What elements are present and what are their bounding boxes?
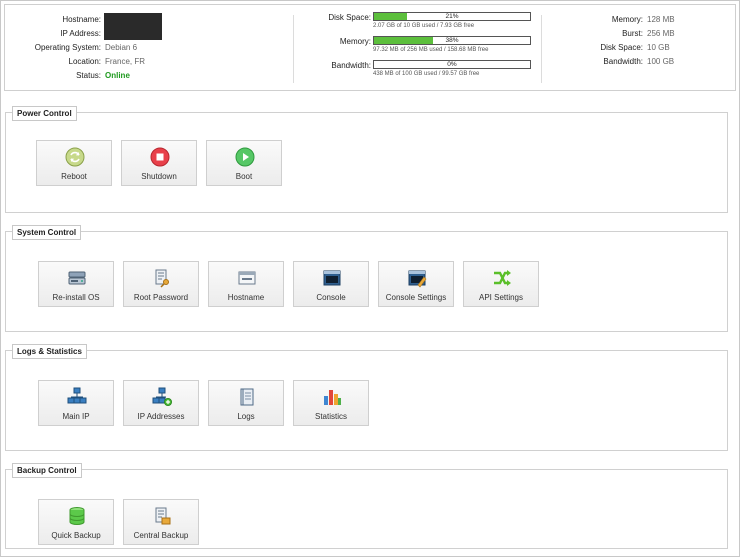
server-icon [68,271,86,285]
shuffle-arrows-icon [494,270,511,286]
boot-label: Boot [235,172,253,181]
burst-limit-value: 256 MB [647,29,675,38]
hostname-redacted [104,13,162,26]
database-icon [69,507,85,525]
root-password-label: Root Password [133,293,189,302]
main-ip-label: Main IP [62,412,90,421]
api-settings-label: API Settings [478,293,524,302]
disk-limit-label: Disk Space: [600,43,643,52]
central-backup-button[interactable]: Central Backup [123,499,199,545]
section-title: Power Control [12,106,77,121]
boot-button[interactable]: Boot [206,140,282,186]
disk-usage-label: Disk Space: [328,13,371,22]
statistics-label: Statistics [314,412,347,421]
network-icon [67,387,87,404]
memory-usage-label: Memory: [339,37,371,46]
api-settings-button[interactable]: API Settings [463,261,539,307]
divider [541,15,542,83]
hostname-label: Hostname: [62,15,101,24]
statistics-button[interactable]: Statistics [293,380,369,426]
location-label: Location: [68,57,101,66]
bandwidth-limit-label: Bandwidth: [603,57,643,66]
memory-limit-value: 128 MB [647,15,675,24]
bandwidth-limit-value: 100 GB [647,57,675,66]
key-document-icon [155,269,169,288]
ip-address-redacted [104,26,162,40]
backup-control-section: Backup Control Quick Backup Central Back… [5,463,728,549]
location-value: France, FR [105,57,146,66]
disk-usage-bar: 21% [373,12,531,21]
console-label: Console [316,293,346,302]
memory-usage-bar: 38% [373,36,531,45]
disk-usage-detail: 2.07 GB of 10 GB used / 7.93 GB free [373,23,475,29]
notebook-icon [240,388,254,406]
hostname-button-label: Hostname [227,293,265,302]
stop-icon [150,147,170,167]
reinstall-os-label: Re-install OS [52,293,100,302]
terminal-icon [323,270,341,286]
console-settings-button[interactable]: Console Settings [378,261,454,307]
root-password-button[interactable]: Root Password [123,261,199,307]
console-settings-label: Console Settings [385,293,447,302]
section-title: Backup Control [12,463,82,478]
bandwidth-usage-bar: 0% [373,60,531,69]
ip-addresses-button[interactable]: IP Addresses [123,380,199,426]
central-backup-label: Central Backup [133,531,189,540]
terminal-settings-icon [408,270,427,288]
network-add-icon [152,387,172,406]
section-title: System Control [12,225,82,240]
document-key-icon [155,507,171,525]
bar-chart-icon [324,390,341,405]
power-control-section: Power Control Reboot Shutdown Boot [5,106,728,213]
server-info-panel: Hostname: IP Address: Operating System: … [4,4,736,91]
shutdown-button[interactable]: Shutdown [121,140,197,186]
logs-statistics-section: Logs & Statistics Main IP IP Addresses L… [5,344,728,451]
console-button[interactable]: Console [293,261,369,307]
bandwidth-usage-label: Bandwidth: [331,61,371,70]
reboot-label: Reboot [61,172,87,181]
window-icon [238,271,256,285]
logs-button[interactable]: Logs [208,380,284,426]
logs-label: Logs [237,412,255,421]
bandwidth-usage-detail: 438 MB of 100 GB used / 99.57 GB free [373,71,480,77]
quick-backup-label: Quick Backup [51,531,101,540]
os-value: Debian 6 [105,43,138,52]
memory-limit-label: Memory: [611,15,643,24]
hostname-button[interactable]: Hostname [208,261,284,307]
burst-limit-label: Burst: [622,29,643,38]
section-title: Logs & Statistics [12,344,87,359]
ip-addresses-label: IP Addresses [137,412,185,421]
reinstall-os-button[interactable]: Re-install OS [38,261,114,307]
bandwidth-usage-percent: 0% [447,61,457,68]
memory-usage-detail: 97.32 MB of 256 MB used / 158.68 MB free [373,47,489,53]
reboot-icon [65,147,85,167]
status-label: Status: [76,71,101,80]
reboot-button[interactable]: Reboot [36,140,112,186]
status-badge: Online [105,71,130,80]
divider [293,15,294,83]
shutdown-label: Shutdown [141,172,177,181]
play-icon [235,147,255,167]
disk-limit-value: 10 GB [647,43,670,52]
os-label: Operating System: [34,43,101,52]
main-ip-button[interactable]: Main IP [38,380,114,426]
memory-usage-percent: 38% [445,37,459,44]
ip-address-label: IP Address: [60,29,101,38]
quick-backup-button[interactable]: Quick Backup [38,499,114,545]
system-control-section: System Control Re-install OS Root Passwo… [5,225,728,332]
disk-usage-percent: 21% [445,13,459,20]
